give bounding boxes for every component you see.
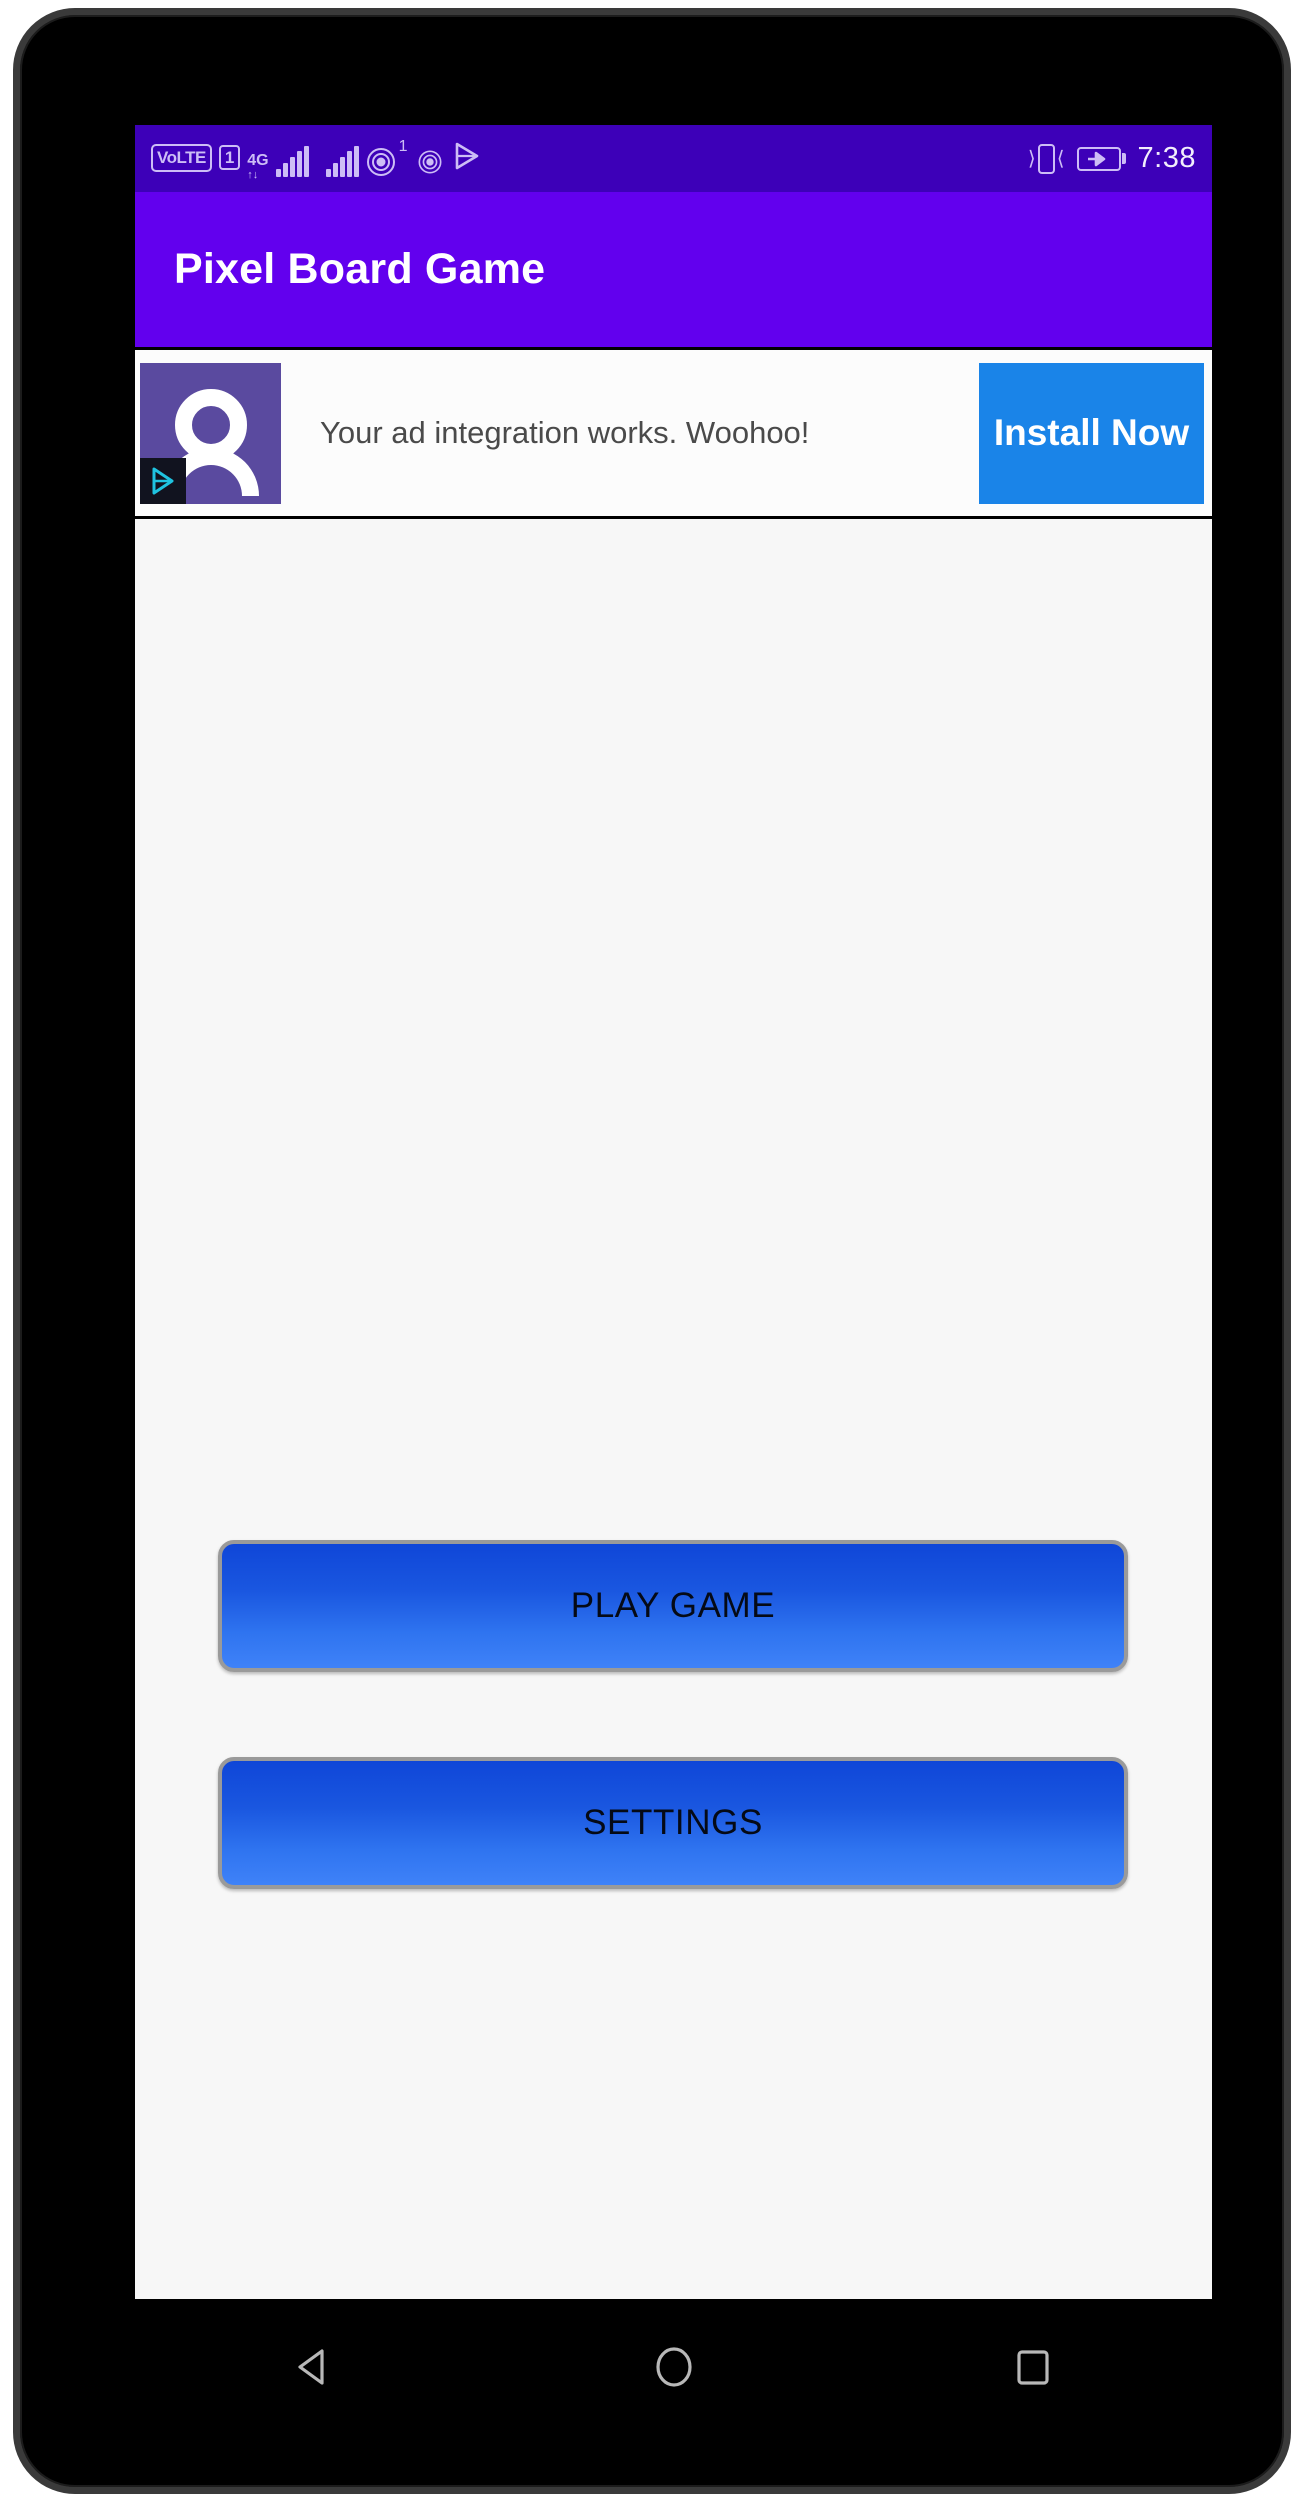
circle-icon — [649, 2342, 699, 2397]
vibrate-icon: ⟩ ⟨ — [1028, 143, 1065, 174]
ad-banner-container: Your ad integration works. Woohoo! Insta… — [135, 347, 1212, 519]
volte-icon: VoLTE — [151, 143, 212, 172]
notification-count-badge: 1 — [398, 137, 408, 155]
hotspot-icon — [366, 147, 396, 177]
phone-screen: VoLTE 1 4G ↑↓ 1 ⟩ ⟨ 7:38 Pixel Board Gam… — [135, 125, 1212, 2299]
hotspot-secondary-icon — [417, 149, 442, 174]
status-bar: VoLTE 1 4G ↑↓ 1 ⟩ ⟨ 7:38 — [135, 125, 1212, 192]
status-bar-right-icons: ⟩ ⟨ 7:38 — [1028, 142, 1196, 174]
app-bar: Pixel Board Game — [135, 192, 1212, 347]
page-title: Pixel Board Game — [174, 245, 546, 293]
triangle-left-icon — [290, 2342, 340, 2397]
settings-button[interactable]: SETTINGS — [218, 1757, 1128, 1889]
nav-recents-button[interactable] — [973, 2329, 1093, 2409]
ad-banner-text: Your ad integration works. Woohoo! — [320, 415, 810, 450]
nav-back-button[interactable] — [255, 2329, 375, 2409]
sim-card-icon: 1 — [218, 144, 241, 171]
nav-home-button[interactable] — [614, 2329, 734, 2409]
battery-charging-icon — [1076, 146, 1126, 171]
network-4g-icon: 4G ↑↓ — [247, 139, 268, 181]
ad-avatar-icon — [140, 362, 281, 504]
install-now-button[interactable]: Install Now — [979, 362, 1204, 504]
play-game-button[interactable]: PLAY GAME — [218, 1540, 1128, 1672]
signal-bars-secondary-icon — [325, 145, 359, 177]
adchoices-icon[interactable] — [140, 457, 186, 504]
status-bar-left-icons: VoLTE 1 4G ↑↓ 1 — [151, 137, 482, 181]
android-navigation-bar — [135, 2299, 1212, 2439]
square-icon — [1008, 2342, 1058, 2397]
status-bar-clock: 7:38 — [1137, 142, 1196, 174]
phone-device-frame: VoLTE 1 4G ↑↓ 1 ⟩ ⟨ 7:38 Pixel Board Gam… — [13, 8, 1291, 2494]
signal-bars-icon — [275, 145, 309, 177]
ad-banner[interactable]: Your ad integration works. Woohoo! Insta… — [135, 350, 1212, 516]
network-arrows-label: ↑↓ — [247, 168, 259, 181]
ad-banner-content: Your ad integration works. Woohoo! — [140, 362, 979, 504]
network-type-label: 4G — [247, 151, 269, 169]
main-content: PLAY GAME SETTINGS — [135, 519, 1212, 2299]
play-store-icon — [452, 141, 482, 176]
